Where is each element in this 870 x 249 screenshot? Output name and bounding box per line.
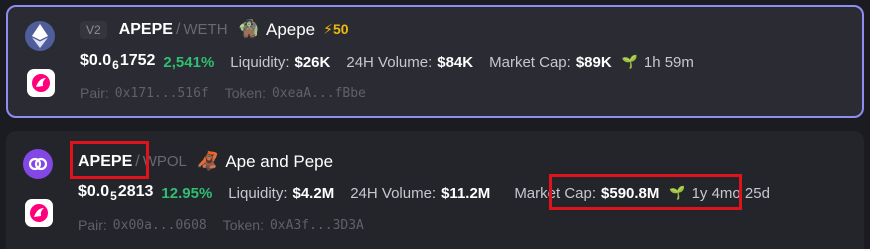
token-logo-icon: 🧌 [237, 19, 260, 39]
pair-card-apepe-weth[interactable]: V2 APEPE / WETH 🧌 Apepe ⚡50 $0.061752 2,… [6, 5, 864, 118]
liquidity-label: Liquidity: [228, 184, 288, 202]
boost-count: 50 [333, 21, 349, 37]
quote-symbol: WPOL [142, 153, 187, 170]
mcap-label: Market Cap: [489, 53, 571, 71]
token-address[interactable]: 0xA3f...3D3A [270, 218, 364, 233]
volume-value: $11.2M [441, 184, 491, 202]
lightning-icon: ⚡ [323, 21, 333, 37]
pair-address-label: Pair: [78, 217, 107, 233]
volume-label: 24H Volume: [350, 184, 437, 202]
pair-separator: / [175, 20, 181, 38]
token-address-label: Token: [224, 85, 266, 101]
token-logo-icon: 🦧 [196, 151, 220, 171]
liquidity-value: $26K [294, 53, 331, 71]
sprout-icon: 🌱 [669, 185, 686, 200]
price-change: 12.95% [161, 184, 213, 202]
price-change: 2,541% [163, 53, 215, 71]
pair-address[interactable]: 0x171...516f [115, 86, 209, 101]
pair-separator: / [135, 152, 140, 170]
pair-addresses: Pair: 0x171...516f Token: 0xeaA...fBbe [80, 85, 366, 101]
ethereum-icon [25, 21, 55, 51]
mcap-label: Market Cap: [514, 184, 597, 202]
version-badge: V2 [80, 20, 107, 39]
pair-address[interactable]: 0x00a...0608 [113, 218, 207, 233]
liquidity-value: $4.2M [292, 184, 335, 202]
boost-badge: ⚡50 [323, 21, 348, 38]
pair-stats: $0.061752 2,541% Liquidity: $26K 24H Vol… [80, 52, 694, 72]
token-address[interactable]: 0xeaA...fBbe [272, 86, 366, 101]
volume-label: 24H Volume: [346, 53, 433, 71]
price: $0.052813 [78, 183, 154, 203]
sprout-icon: 🌱 [621, 54, 638, 69]
price: $0.061752 [80, 52, 156, 72]
token-address-label: Token: [222, 217, 264, 233]
pair-address-label: Pair: [80, 85, 109, 101]
pair-card-apepe-wpol[interactable]: APEPE / WPOL 🦧 Ape and Pepe $0.052813 12… [6, 131, 864, 249]
base-symbol: APEPE [118, 20, 173, 38]
pair-addresses: Pair: 0x00a...0608 Token: 0xA3f...3D3A [78, 217, 364, 233]
volume-value: $84K [437, 53, 474, 71]
uniswap-icon [25, 199, 53, 227]
token-name: Apepe [265, 19, 316, 39]
uniswap-icon [27, 69, 55, 97]
pair-age: 1y 4mo 25d [691, 184, 770, 202]
pair-header: V2 APEPE / WETH 🧌 Apepe ⚡50 [80, 19, 349, 40]
mcap-value: $89K [575, 53, 612, 71]
token-name: Ape and Pepe [225, 151, 334, 171]
mcap-value: $590.8M [601, 184, 660, 202]
polygon-icon [23, 149, 53, 179]
pair-header: APEPE / WPOL 🦧 Ape and Pepe [78, 151, 333, 172]
pair-age: 1h 59m [643, 53, 694, 71]
liquidity-label: Liquidity: [230, 53, 290, 71]
base-symbol: APEPE [78, 152, 133, 170]
quote-symbol: WETH [183, 21, 228, 38]
pair-stats: $0.052813 12.95% Liquidity: $4.2M 24H Vo… [78, 183, 770, 203]
